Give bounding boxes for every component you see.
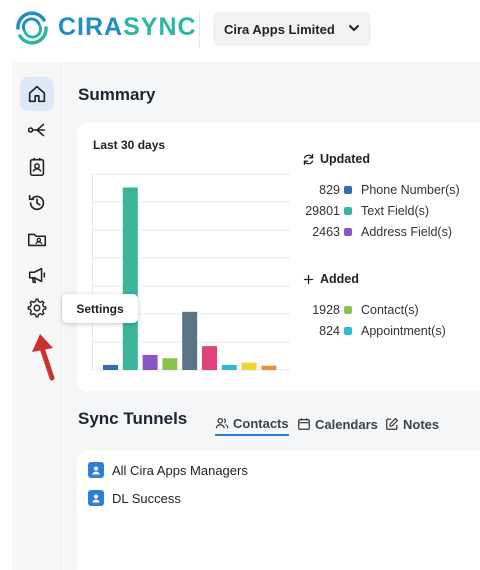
bar-unlabeled[interactable]	[241, 362, 257, 370]
legend-value: 1928	[312, 303, 340, 317]
tunnel-item[interactable]: DL Success	[88, 489, 181, 507]
organization-name: Cira Apps Limited	[224, 21, 335, 37]
chevron-down-icon	[349, 25, 359, 31]
bar-unlabeled[interactable]	[182, 311, 198, 370]
plus-icon	[303, 274, 314, 284]
legend-address-field: 2463 Address Field(s)	[300, 224, 452, 240]
sidebar-item-shared-folders[interactable]	[20, 222, 54, 256]
tab-label: Contacts	[233, 415, 289, 431]
updated-label: Updated	[320, 152, 370, 166]
legend-appointment: 824 Appointment(s)	[300, 323, 446, 339]
legend-contact: 1928 Contact(s)	[300, 302, 419, 318]
cirasync-logo-icon	[16, 11, 48, 45]
legend-text-field: 29801 Text Field(s)	[300, 203, 429, 219]
period-label: Last 30 days	[93, 138, 166, 152]
calendar-icon	[298, 418, 310, 430]
share-icon	[27, 123, 46, 137]
red-arrow-icon	[32, 334, 55, 381]
history-icon	[28, 194, 45, 211]
legend-swatch	[344, 306, 352, 314]
legend-label: Contact(s)	[361, 303, 419, 317]
sidebar-item-share[interactable]	[20, 113, 54, 147]
summary-bar-chart	[92, 173, 290, 371]
added-group-header: Added	[302, 272, 359, 286]
summary-title: Summary	[78, 85, 156, 104]
bar-unlabeled[interactable]	[202, 346, 217, 370]
sidebar	[12, 62, 62, 570]
updated-group-header: Updated	[302, 152, 370, 166]
bar-address-field[interactable]	[142, 354, 158, 370]
header-divider	[199, 10, 200, 48]
bar-phone-number[interactable]	[103, 364, 118, 370]
legend-swatch	[344, 186, 352, 194]
gear-icon	[27, 298, 47, 318]
sync-tunnels-title: Sync Tunnels	[78, 409, 188, 428]
organization-select[interactable]: Cira Apps Limited	[213, 12, 371, 46]
tunnel-item[interactable]: All Cira Apps Managers	[88, 461, 248, 479]
bar-appointment[interactable]	[221, 364, 237, 370]
folder-contact-icon	[27, 233, 47, 247]
legend-value: 824	[319, 324, 340, 338]
sidebar-item-contacts[interactable]	[20, 150, 54, 184]
contact-book-icon	[88, 462, 104, 478]
contact-card-icon	[29, 157, 45, 177]
home-icon	[28, 85, 46, 103]
sidebar-item-history[interactable]	[20, 186, 54, 220]
legend-label: Address Field(s)	[361, 225, 452, 239]
legend-label: Appointment(s)	[361, 324, 446, 338]
legend-value: 2463	[312, 225, 340, 239]
legend-swatch	[344, 327, 352, 335]
sidebar-item-campaigns[interactable]	[20, 258, 54, 292]
app-header: CIRASYNC Cira Apps Limited	[0, 0, 480, 62]
legend-swatch	[344, 207, 352, 215]
contact-book-icon	[88, 490, 104, 506]
legend-value: 829	[319, 183, 340, 197]
legend-phone-number: 829 Phone Number(s)	[300, 182, 460, 198]
sidebar-item-settings[interactable]	[20, 291, 54, 325]
tab-calendars[interactable]: Calendars	[297, 412, 378, 436]
bar-text-field[interactable]	[122, 187, 138, 370]
tunnel-name: DL Success	[112, 490, 181, 506]
legend-label: Text Field(s)	[361, 204, 430, 218]
brand-name: CIRASYNC	[58, 13, 197, 41]
tunnel-name: All Cira Apps Managers	[112, 462, 248, 478]
sync-icon	[303, 153, 314, 165]
sidebar-item-home[interactable]	[20, 77, 54, 111]
users-icon	[215, 418, 229, 429]
edit-note-icon	[386, 418, 398, 430]
legend-label: Phone Number(s)	[361, 183, 460, 197]
tab-label: Notes	[403, 416, 440, 432]
tab-contacts[interactable]: Contacts	[215, 412, 289, 436]
tab-notes[interactable]: Notes	[385, 412, 439, 436]
bar-unlabeled[interactable]	[261, 365, 277, 370]
megaphone-icon	[28, 267, 46, 284]
settings-tooltip: Settings	[62, 294, 138, 323]
legend-swatch	[344, 228, 352, 236]
added-label: Added	[320, 272, 359, 286]
legend-value: 29801	[305, 204, 340, 218]
tab-label: Calendars	[315, 416, 378, 432]
bar-contact[interactable]	[162, 358, 178, 370]
